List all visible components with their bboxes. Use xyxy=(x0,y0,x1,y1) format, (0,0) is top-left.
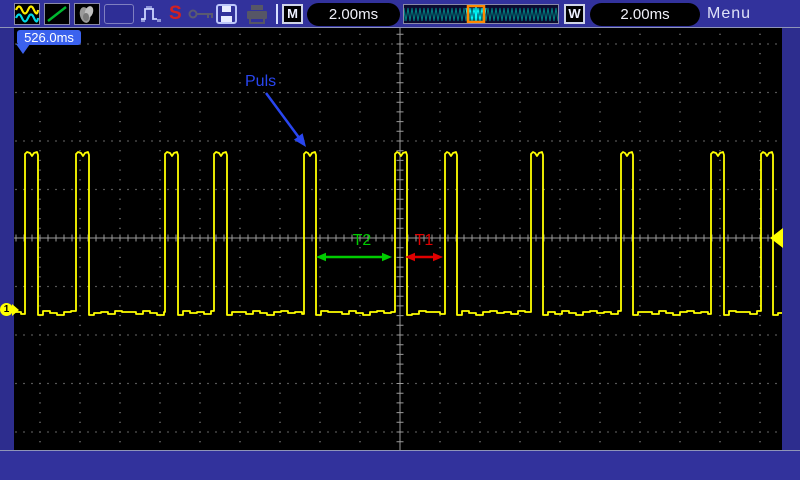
t1-annotation-label: T1 xyxy=(409,232,439,250)
channels-icon[interactable] xyxy=(14,3,40,25)
save-floppy-glyph xyxy=(216,4,238,24)
hand-icon-glyph xyxy=(75,4,99,24)
print-icon[interactable] xyxy=(244,4,270,29)
pulse-mode-glyph xyxy=(139,4,165,25)
trigger-level-marker[interactable] xyxy=(770,228,783,248)
left-border-strip xyxy=(0,28,14,450)
channel1-ground-marker-tip xyxy=(12,304,19,316)
channels-icon-glyph xyxy=(15,4,39,24)
main-timebase-readout: 2.00ms xyxy=(307,3,400,26)
save-icon[interactable] xyxy=(216,4,238,29)
line-tool-icon[interactable] xyxy=(44,3,70,25)
main-timebase-badge: M xyxy=(282,4,303,24)
toolbar-divider xyxy=(276,4,278,24)
waveform-display: 526.0ms Puls T2 T1 xyxy=(0,28,800,450)
waveform-preview-glyph xyxy=(404,5,558,23)
lock-key-glyph xyxy=(188,8,216,21)
print-glyph xyxy=(244,4,270,24)
delay-position-marker[interactable] xyxy=(16,44,30,54)
lock-key-icon[interactable] xyxy=(188,8,216,26)
hand-icon[interactable] xyxy=(74,3,100,25)
top-toolbar: S M 2.00ms xyxy=(0,0,800,28)
waveform-canvas xyxy=(0,28,800,450)
pulse-mode-icon[interactable] xyxy=(139,4,165,30)
waveform-preview xyxy=(403,4,559,24)
window-timebase-readout: 2.00ms xyxy=(590,3,700,26)
oscilloscope-screen: S M 2.00ms xyxy=(0,0,800,480)
t2-annotation-label: T2 xyxy=(347,232,377,250)
line-tool-glyph xyxy=(45,4,69,24)
bottom-status-bar: DC 20 1.00V CH1 1.52V 0.00000Hz 3-May-14… xyxy=(0,450,800,480)
window-timebase-badge: W xyxy=(564,4,585,24)
delay-position-readout[interactable]: 526.0ms xyxy=(17,30,81,45)
menu-button[interactable]: Menu xyxy=(698,5,760,23)
right-border-strip xyxy=(782,28,800,450)
single-seq-indicator[interactable]: S xyxy=(169,3,182,25)
pulse-annotation-label: Puls xyxy=(245,73,276,91)
empty-toolbar-button[interactable] xyxy=(104,4,134,24)
